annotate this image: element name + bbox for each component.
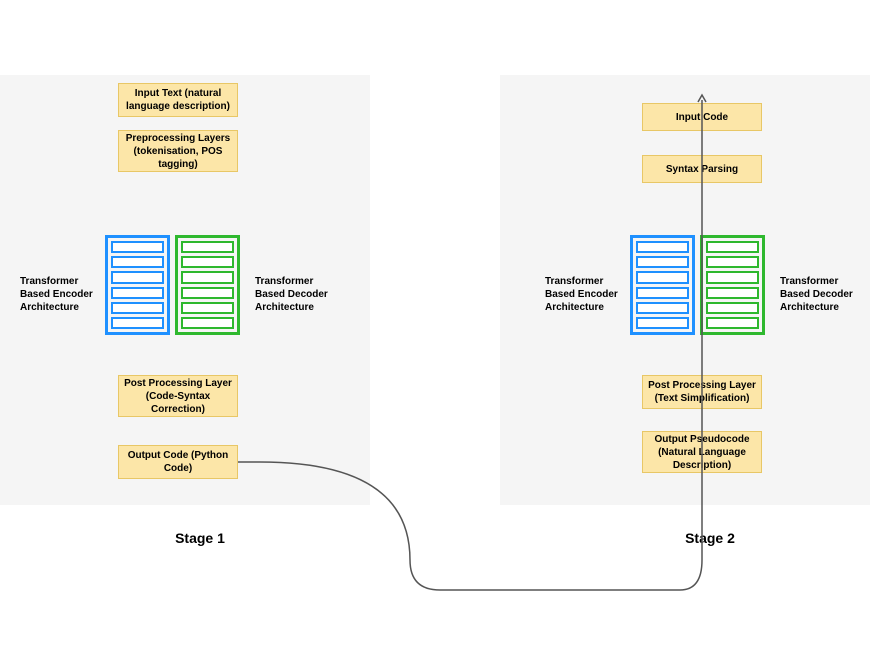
stage1-encoder-label: Transformer Based Encoder Architecture — [20, 275, 95, 314]
decoder-layer — [181, 302, 234, 314]
decoder-layer — [181, 256, 234, 268]
decoder-layer — [181, 241, 234, 253]
decoder-layer — [706, 302, 759, 314]
stage2-encoder-label: Transformer Based Encoder Architecture — [545, 275, 620, 314]
stage-1-panel: Input Text (natural language description… — [0, 75, 370, 505]
decoder-layer — [181, 271, 234, 283]
encoder-layer — [636, 287, 689, 299]
stage-2-panel: Input Code Syntax Parsing Transformer Ba… — [500, 75, 870, 505]
stage1-title: Stage 1 — [140, 530, 260, 546]
stage2-decoder-label: Transformer Based Decoder Architecture — [780, 275, 855, 314]
stage2-decoder-stack — [700, 235, 765, 335]
stage2-input-box: Input Code — [642, 103, 762, 131]
stage1-decoder-stack — [175, 235, 240, 335]
stage1-output-box: Output Code (Python Code) — [118, 445, 238, 479]
encoder-layer — [111, 302, 164, 314]
decoder-layer — [706, 271, 759, 283]
encoder-layer — [111, 241, 164, 253]
stage1-preprocessing-box: Preprocessing Layers (tokenisation, POS … — [118, 130, 238, 172]
decoder-layer — [706, 241, 759, 253]
stage2-output-box: Output Pseudocode (Natural Language Desc… — [642, 431, 762, 473]
decoder-layer — [706, 256, 759, 268]
encoder-layer — [636, 302, 689, 314]
encoder-layer — [636, 317, 689, 329]
stage2-post-box: Post Processing Layer (Text Simplificati… — [642, 375, 762, 409]
encoder-layer — [636, 241, 689, 253]
stage2-title: Stage 2 — [650, 530, 770, 546]
decoder-layer — [706, 287, 759, 299]
decoder-layer — [181, 317, 234, 329]
stage1-input-box: Input Text (natural language description… — [118, 83, 238, 117]
stage1-encoder-stack — [105, 235, 170, 335]
encoder-layer — [111, 287, 164, 299]
stage1-post-box: Post Processing Layer (Code-Syntax Corre… — [118, 375, 238, 417]
encoder-layer — [111, 256, 164, 268]
decoder-layer — [706, 317, 759, 329]
stage2-syntax-box: Syntax Parsing — [642, 155, 762, 183]
encoder-layer — [636, 271, 689, 283]
stage2-encoder-stack — [630, 235, 695, 335]
encoder-layer — [111, 271, 164, 283]
encoder-layer — [636, 256, 689, 268]
stage1-decoder-label: Transformer Based Decoder Architecture — [255, 275, 330, 314]
decoder-layer — [181, 287, 234, 299]
encoder-layer — [111, 317, 164, 329]
